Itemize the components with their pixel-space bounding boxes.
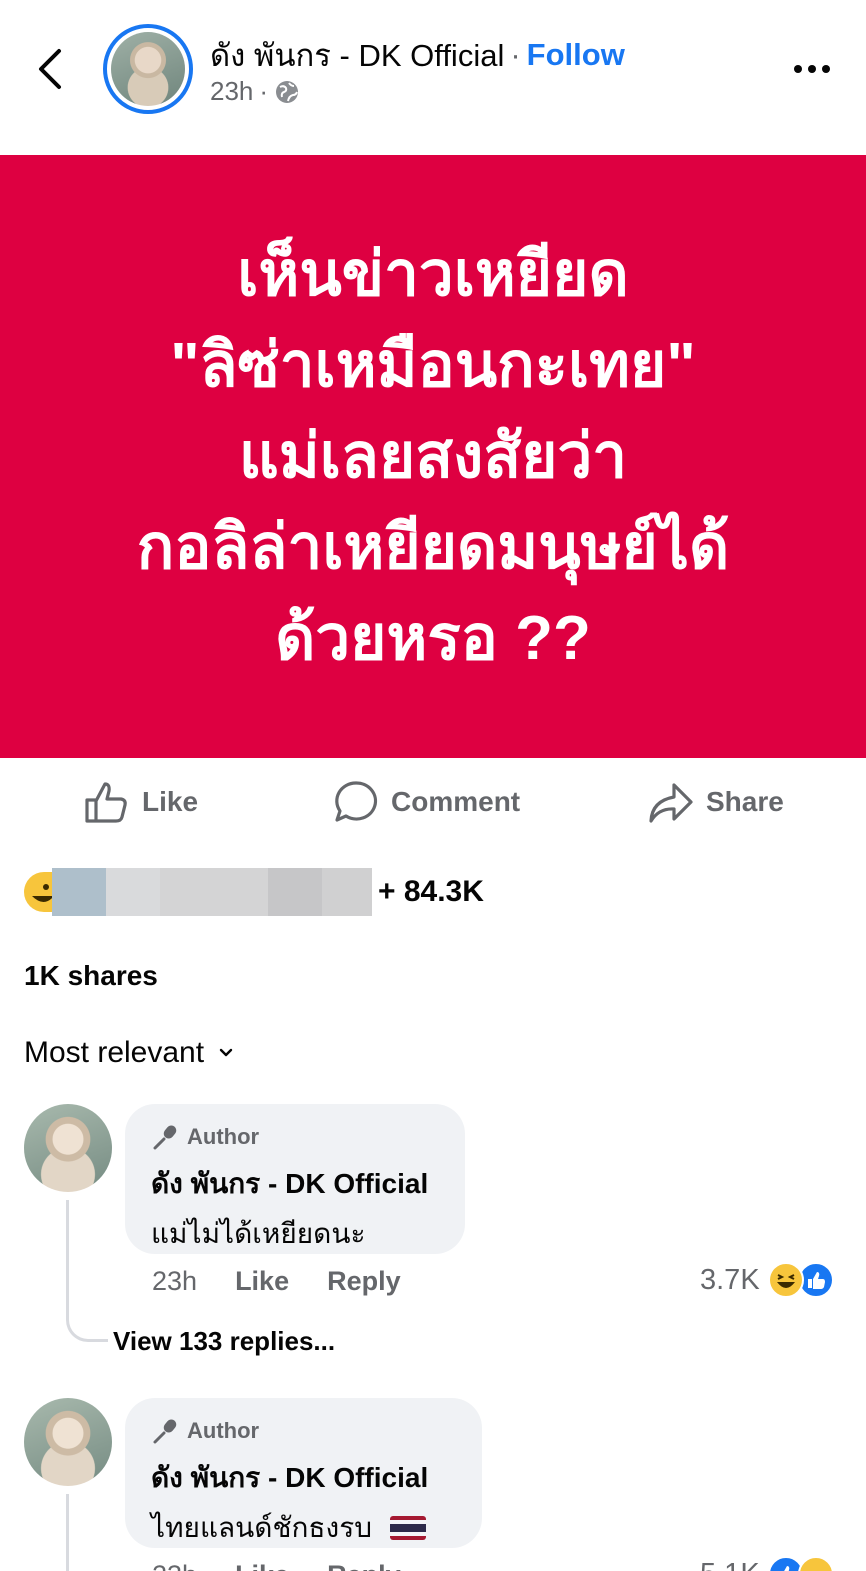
post-time[interactable]: 23h (210, 76, 253, 107)
reaction-count: + 84.3K (378, 875, 484, 908)
comment-text-row: ไทยแลนด์ชักธงรบ (151, 1506, 456, 1550)
comment-reaction-count: 5.1K (700, 1558, 760, 1571)
blurred-reactors (52, 868, 372, 916)
thumbs-up-icon (85, 782, 127, 823)
like-button[interactable]: Like (84, 772, 198, 832)
like-label: Like (142, 786, 199, 817)
comment-reply-button[interactable]: Reply (327, 1266, 401, 1297)
chevron-down-icon (219, 1048, 233, 1057)
comment-actions: 23h Like Reply (152, 1560, 401, 1571)
post-text-banner[interactable]: เห็นข่าวเหยียด "ลิซ่าเหมือนกะเทย" แม่เลย… (0, 155, 866, 758)
post-meta: 23h · (210, 76, 300, 107)
post-action-bar: Like Comment Share (0, 772, 866, 832)
comment-bubble[interactable]: Author ดัง พันกร - DK Official ไทยแลนด์ช… (125, 1398, 482, 1548)
commenter-name[interactable]: ดัง พันกร - DK Official (151, 1456, 456, 1500)
more-dot (808, 65, 816, 73)
comment-reaction-count: 3.7K (700, 1263, 760, 1296)
comment-text: ไทยแลนด์ชักธงรบ (151, 1512, 373, 1543)
author-badge-label: Author (187, 1418, 260, 1443)
comment-reactions[interactable]: 5.1K (700, 1556, 834, 1571)
haha-reaction-icon (24, 872, 52, 912)
author-badge-label: Author (187, 1124, 260, 1149)
microphone-icon (153, 1419, 177, 1444)
thread-line (66, 1494, 69, 1571)
blurred-block (160, 868, 268, 916)
thread-line (66, 1200, 69, 1320)
follow-button[interactable]: Follow (527, 37, 625, 73)
post-header: ดัง พันกร - DK Official · Follow 23h · (0, 0, 866, 150)
comment-bubble-icon (335, 781, 378, 822)
banner-line: "ลิซ่าเหมือนกะเทย" (170, 331, 696, 400)
commenter-avatar[interactable] (24, 1398, 112, 1486)
reactions-summary[interactable]: + 84.3K (24, 868, 484, 916)
comment-sort-dropdown[interactable]: Most relevant (24, 1036, 234, 1070)
thread-curve (66, 1312, 108, 1342)
comment-like-button[interactable]: Like (235, 1266, 289, 1297)
banner-line: ด้วยหรอ ?? (275, 604, 591, 673)
banner-line: เห็นข่าวเหยียด (237, 240, 629, 309)
comment-text: แม่ไม่ได้เหยียดนะ (151, 1218, 366, 1249)
thailand-flag-icon (389, 1516, 426, 1540)
globe-icon (276, 80, 299, 103)
share-arrow-icon (649, 783, 693, 823)
author-badge: Author (151, 1416, 456, 1446)
comment-time[interactable]: 23h (152, 1266, 197, 1297)
back-button[interactable] (30, 44, 70, 94)
comment-time[interactable]: 23h (152, 1560, 197, 1571)
meta-separator: · (259, 76, 269, 106)
comment-reply-button[interactable]: Reply (327, 1560, 401, 1571)
shares-count[interactable]: 1K shares (24, 960, 158, 992)
banner-line: แม่เลยสงสัยว่า (238, 422, 628, 491)
comment-button[interactable]: Comment (333, 772, 520, 832)
commenter-name[interactable]: ดัง พันกร - DK Official (151, 1162, 439, 1206)
share-label: Share (706, 786, 784, 817)
comment-actions: 23h Like Reply (152, 1266, 401, 1297)
sort-label: Most relevant (24, 1036, 205, 1069)
page-name[interactable]: ดัง พันกร - DK Official (210, 30, 504, 80)
page-avatar-image (111, 32, 185, 106)
microphone-icon (153, 1125, 177, 1150)
blurred-block (268, 868, 322, 916)
comment-like-button[interactable]: Like (235, 1560, 289, 1571)
banner-line: กอลิล่าเหยียดมนุษย์ได้ (136, 513, 730, 582)
author-badge: Author (151, 1122, 439, 1152)
comment-item: Author ดัง พันกร - DK Official แม่ไม่ได้… (0, 1104, 866, 1364)
comment-reactions[interactable]: 3.7K (700, 1262, 834, 1298)
more-dot (822, 65, 830, 73)
comment-bubble[interactable]: Author ดัง พันกร - DK Official แม่ไม่ได้… (125, 1104, 465, 1254)
share-button[interactable]: Share (648, 772, 784, 832)
commenter-avatar[interactable] (24, 1104, 112, 1192)
blurred-block (106, 868, 160, 916)
more-dot (794, 65, 802, 73)
blurred-block (52, 868, 106, 916)
view-replies-link[interactable]: View 133 replies... (113, 1326, 335, 1357)
name-separator: · (510, 37, 521, 72)
chevron-left-icon (39, 49, 61, 89)
comment-item: Author ดัง พันกร - DK Official ไทยแลนด์ช… (0, 1398, 866, 1571)
blurred-block (322, 868, 372, 916)
more-options-button[interactable] (788, 55, 836, 83)
page-avatar[interactable] (103, 24, 193, 114)
haha-reaction-icon (767, 1262, 804, 1298)
page-name-row: ดัง พันกร - DK Official · Follow (210, 30, 625, 80)
comment-label: Comment (391, 786, 521, 817)
haha-reaction-icon (797, 1556, 834, 1571)
